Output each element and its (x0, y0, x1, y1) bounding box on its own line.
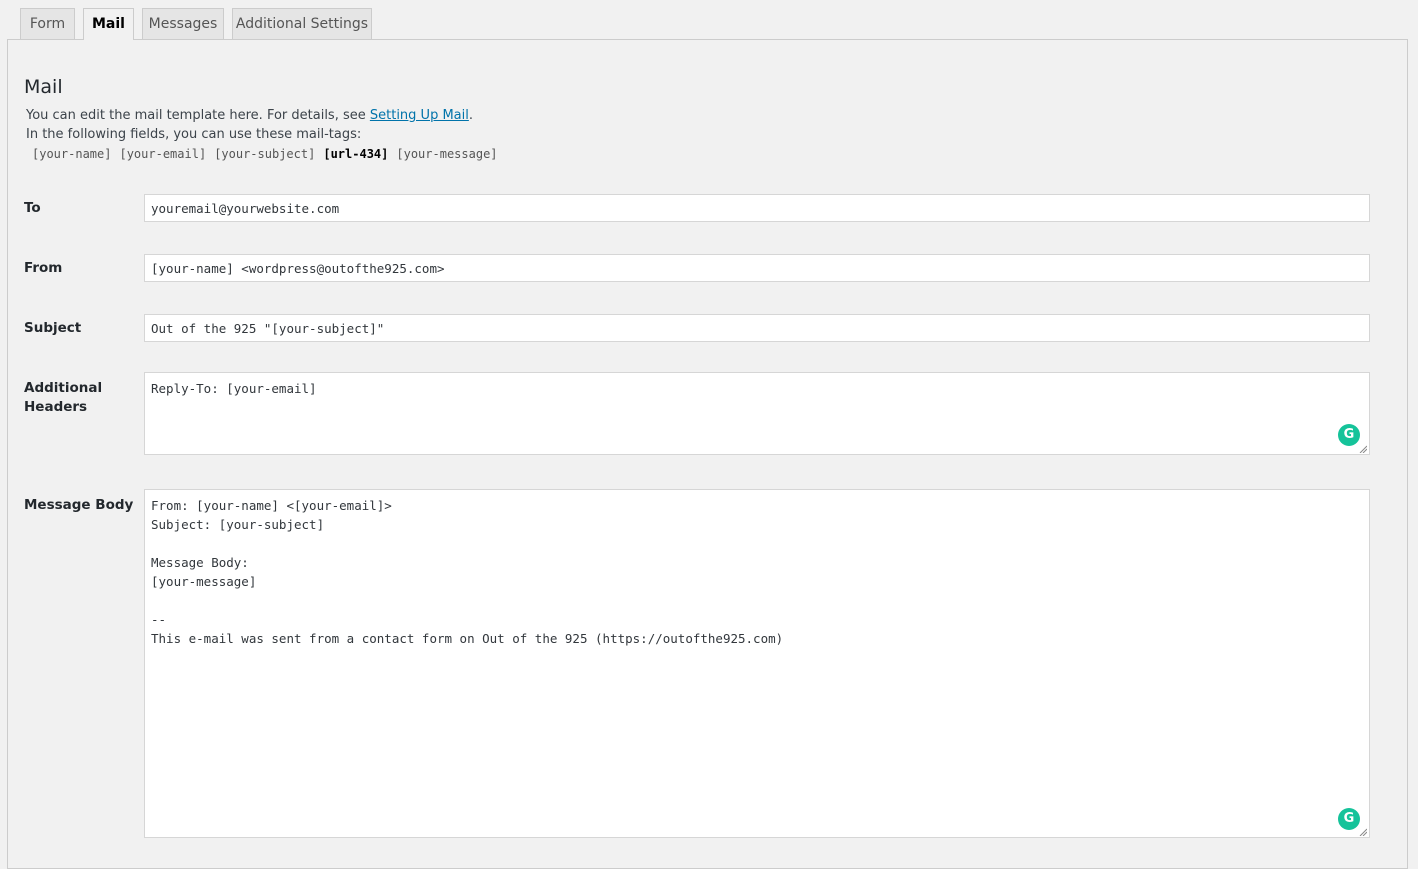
description-period: . (468, 108, 474, 123)
description-text: You can edit the mail template here. For… (26, 108, 370, 123)
to-label: To (24, 200, 41, 216)
tab-additional-settings[interactable]: Additional Settings (232, 8, 372, 39)
section-title: Mail (24, 76, 63, 98)
resize-handle-icon[interactable] (1359, 445, 1367, 453)
mail-tags-list: [your-name] [your-email] [your-subject] [ur… (32, 147, 506, 161)
mail-tag: [your-subject] (214, 147, 316, 161)
mail-tag: [your-message] (396, 147, 498, 161)
additional-headers-label: Additional Headers (24, 380, 103, 415)
setting-up-mail-link[interactable]: Setting Up Mail (370, 108, 469, 123)
message-body-label: Message Body (24, 497, 134, 513)
mail-tags-intro: In the following fields, you can use the… (26, 127, 362, 142)
resize-handle-icon[interactable] (1359, 828, 1367, 836)
mail-tag: [url-434] (323, 147, 389, 161)
from-input[interactable] (144, 254, 1370, 282)
subject-input[interactable] (144, 314, 1370, 342)
mail-tag: [your-name] (32, 147, 112, 161)
to-input[interactable] (144, 194, 1370, 222)
grammarly-icon[interactable]: G (1338, 424, 1360, 446)
from-label: From (24, 260, 63, 276)
additional-headers-textarea[interactable]: Reply-To: [your-email] (144, 372, 1370, 455)
mail-tag: [your-email] (119, 147, 207, 161)
tab-messages[interactable]: Messages (142, 8, 224, 39)
subject-label: Subject (24, 320, 82, 336)
tab-form[interactable]: Form (20, 8, 75, 39)
message-body-textarea[interactable]: From: [your-name] <[your-email]> Subject… (144, 489, 1370, 838)
mail-description: You can edit the mail template here. For… (26, 108, 473, 123)
grammarly-icon[interactable]: G (1338, 808, 1360, 830)
tab-mail[interactable]: Mail (83, 8, 134, 40)
